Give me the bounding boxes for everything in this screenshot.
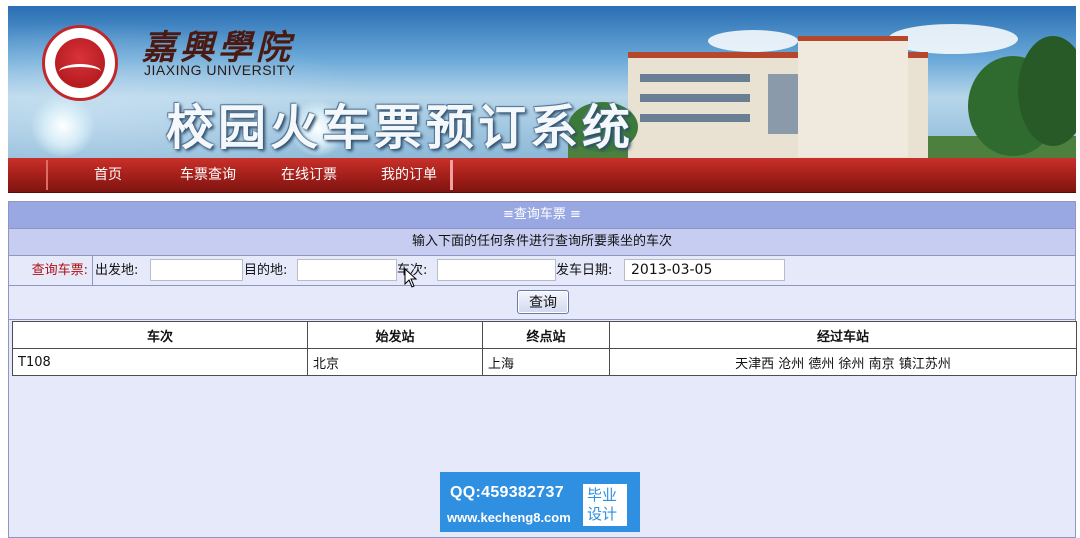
banner-building — [798, 36, 908, 157]
university-logo — [42, 25, 118, 101]
watermark-badge: 毕业 设计 — [583, 484, 627, 526]
nav-item-my-orders[interactable]: 我的订单 — [381, 158, 437, 192]
system-title: 校园火车票预订系统 — [166, 100, 635, 156]
search-form: 查询车票: 出发地: 目的地: 车次: 发车日期: — [9, 256, 1075, 286]
from-station-input[interactable] — [150, 259, 243, 281]
banner-cloud — [708, 30, 798, 52]
banner-flower-decoration — [28, 96, 98, 156]
to-label: 目的地: — [244, 263, 288, 278]
university-name-en: JIAXING UNIVERSITY — [144, 62, 296, 78]
page: 嘉興學院 JIAXING UNIVERSITY 校园火车票预订系统 首页 车票查… — [0, 0, 1080, 538]
departure-date-label: 发车日期: — [556, 263, 613, 278]
panel-title: ≡查询车票 ≡ — [9, 202, 1075, 229]
site-banner: 嘉興學院 JIAXING UNIVERSITY 校园火车票预订系统 — [8, 6, 1076, 158]
train-results-table: 车次 始发站 终点站 经过车站 T108 北京 上海 天津西 沧州 德州 徐州 … — [12, 321, 1077, 376]
nav-divider — [46, 160, 48, 190]
departure-date-input[interactable] — [624, 259, 785, 281]
watermark-badge-line: 设计 — [587, 505, 618, 523]
panel-instruction: 输入下面的任何条件进行查询所要乘坐的车次 — [9, 229, 1075, 256]
main-nav: 首页 车票查询 在线订票 我的订单 — [8, 158, 1076, 193]
train-number-input[interactable] — [437, 259, 556, 281]
from-label: 出发地: — [95, 263, 139, 278]
cell-terminal: 上海 — [482, 348, 610, 376]
cell-stops: 天津西 沧州 德州 徐州 南京 镇江苏州 — [609, 348, 1077, 376]
cell-train: T108 — [12, 348, 308, 376]
cell-origin: 北京 — [307, 348, 483, 376]
column-header-stops: 经过车站 — [609, 321, 1077, 349]
watermark-ad: QQ:459382737 www.kecheng8.com 毕业 设计 — [440, 472, 640, 532]
table-header-row: 车次 始发站 终点站 经过车站 — [12, 321, 1077, 349]
query-button[interactable]: 查询 — [517, 290, 569, 314]
watermark-url: www.kecheng8.com — [447, 510, 571, 525]
table-row[interactable]: T108 北京 上海 天津西 沧州 德州 徐州 南京 镇江苏州 — [12, 348, 1077, 376]
column-header-train: 车次 — [12, 321, 308, 349]
nav-divider — [450, 160, 453, 190]
mouse-cursor-icon — [404, 268, 418, 288]
column-header-origin: 始发站 — [307, 321, 483, 349]
watermark-badge-line: 毕业 — [587, 486, 618, 504]
column-header-terminal: 终点站 — [482, 321, 610, 349]
nav-item-online-booking[interactable]: 在线订票 — [281, 158, 337, 192]
nav-item-home[interactable]: 首页 — [94, 158, 122, 192]
nav-item-ticket-query[interactable]: 车票查询 — [180, 158, 236, 192]
watermark-qq: QQ:459382737 — [450, 484, 564, 501]
to-station-input[interactable] — [297, 259, 397, 281]
search-button-row: 查询 — [9, 286, 1075, 320]
search-section-label: 查询车票: — [9, 256, 93, 285]
